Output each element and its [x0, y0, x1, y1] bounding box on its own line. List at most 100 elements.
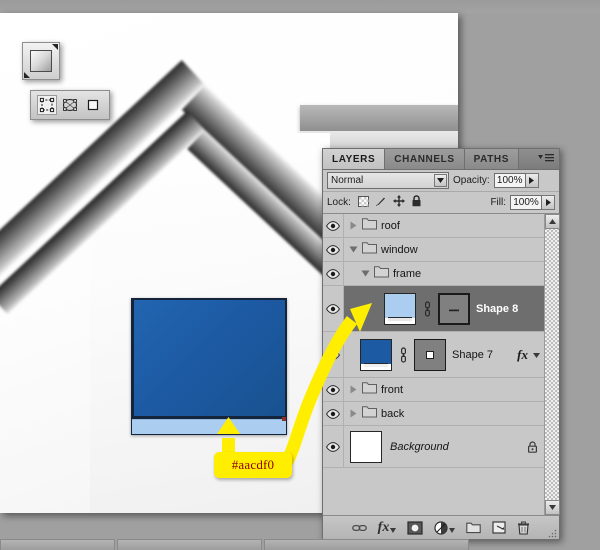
- layer-thumbnail-shape-7[interactable]: [360, 338, 392, 371]
- layer-body-window[interactable]: window: [344, 238, 544, 261]
- layer-row-roof[interactable]: roof: [323, 214, 544, 238]
- trash-icon: [518, 520, 530, 535]
- eye-icon: [326, 408, 340, 419]
- layer-body-background[interactable]: Background: [344, 426, 544, 467]
- free-transform-path-button[interactable]: [37, 95, 57, 115]
- visibility-toggle-shape-8[interactable]: [323, 286, 344, 331]
- layer-body-shape-8[interactable]: Shape 8: [344, 286, 544, 331]
- add-layer-style-button[interactable]: fx: [378, 520, 397, 536]
- gradient-swatch-widget[interactable]: [22, 42, 60, 80]
- layer-row-shape-7[interactable]: Shape 7 fx: [323, 332, 544, 378]
- visibility-toggle-back[interactable]: [323, 402, 344, 425]
- visibility-toggle-roof[interactable]: [323, 214, 344, 237]
- opacity-slider-arrow[interactable]: [525, 173, 539, 188]
- expand-triangle-front[interactable]: [348, 385, 358, 394]
- tab-layers-label: LAYERS: [332, 153, 376, 165]
- lock-row[interactable]: Lock: Fill: 100%: [323, 192, 559, 214]
- workspace-top-strip: [0, 0, 600, 13]
- layer-row-back[interactable]: back: [323, 402, 544, 426]
- opacity-input[interactable]: 100%: [493, 173, 526, 188]
- layer-row-front[interactable]: front: [323, 378, 544, 402]
- chevron-right-icon: [545, 199, 551, 206]
- expand-triangle-window[interactable]: [348, 246, 358, 253]
- chevron-down-icon: [449, 528, 456, 533]
- layer-row-shape-8[interactable]: Shape 8: [323, 286, 544, 332]
- visibility-toggle-window[interactable]: [323, 238, 344, 261]
- layer-row-background[interactable]: Background: [323, 426, 544, 468]
- bottom-tab-1: [0, 539, 115, 550]
- expand-triangle-back[interactable]: [348, 409, 358, 418]
- panel-menu-icon: [538, 154, 554, 162]
- scroll-up-button[interactable]: [545, 214, 560, 229]
- layer-body-roof[interactable]: roof: [344, 214, 544, 237]
- fill-input[interactable]: 100%: [510, 195, 542, 210]
- visibility-toggle-background[interactable]: [323, 426, 344, 467]
- link-icon: [351, 524, 367, 531]
- commit-path-button[interactable]: [83, 95, 103, 115]
- delete-layer-button[interactable]: [517, 520, 530, 535]
- scroll-down-button[interactable]: [545, 500, 560, 515]
- chevron-right-icon: [529, 177, 535, 184]
- blend-mode-select[interactable]: Normal: [327, 172, 449, 189]
- add-layer-mask-button[interactable]: [407, 520, 423, 535]
- panel-bottom-toolbar[interactable]: fx: [323, 515, 559, 539]
- vector-mask-dash-icon: [449, 309, 459, 311]
- tab-layers[interactable]: LAYERS: [323, 149, 386, 169]
- chevron-down-icon: [533, 352, 540, 358]
- lock-image-pixels-icon[interactable]: [375, 195, 387, 210]
- eye-icon: [326, 268, 340, 279]
- visibility-toggle-frame[interactable]: [323, 262, 344, 285]
- lock-buttons[interactable]: [357, 195, 422, 210]
- thumbnail-fill: [385, 293, 415, 318]
- visibility-toggle-shape-7[interactable]: [323, 332, 344, 377]
- path-options-toolbar[interactable]: [30, 90, 110, 120]
- warp-path-button[interactable]: [60, 95, 80, 115]
- expand-triangle-frame[interactable]: [360, 270, 370, 277]
- bottom-tab-3: [264, 539, 469, 550]
- gradient-swatch-icon[interactable]: [30, 50, 52, 72]
- swatch-corner-bottom-left: [24, 72, 30, 78]
- panel-tab-bar[interactable]: LAYERS CHANNELS PATHS: [323, 149, 559, 170]
- vector-mask-thumbnail-shape-8[interactable]: [438, 292, 470, 325]
- folder-icon: [362, 242, 377, 257]
- folder-icon: [362, 382, 377, 397]
- chevron-right-icon: [350, 409, 356, 418]
- fill-slider-arrow[interactable]: [542, 195, 555, 210]
- new-group-button[interactable]: [466, 522, 482, 534]
- blend-mode-row[interactable]: Normal Opacity: 100%: [323, 170, 559, 192]
- fx-icon[interactable]: fx: [517, 347, 528, 363]
- new-layer-button[interactable]: [492, 521, 506, 534]
- layer-list-scrollbar[interactable]: [544, 214, 560, 515]
- layer-link-icon[interactable]: [422, 300, 432, 317]
- tab-paths[interactable]: PATHS: [464, 149, 520, 169]
- tab-channels-label: CHANNELS: [394, 153, 455, 165]
- panel-menu-button[interactable]: [538, 153, 554, 162]
- link-layers-button[interactable]: [351, 523, 367, 533]
- layer-name-frame: frame: [393, 267, 422, 280]
- blend-mode-dropdown-arrow[interactable]: [434, 174, 447, 187]
- layer-list[interactable]: roof window frame Shape 8 Shape 7 fx fro…: [323, 214, 544, 515]
- color-callout-text: #aacdf0: [231, 457, 275, 472]
- layer-body-back[interactable]: back: [344, 402, 544, 425]
- visibility-toggle-front[interactable]: [323, 378, 344, 401]
- layers-panel[interactable]: LAYERS CHANNELS PATHS Normal Opacity: 10…: [322, 148, 560, 540]
- layer-body-shape-7[interactable]: Shape 7 fx: [344, 332, 544, 377]
- layer-link-icon[interactable]: [398, 346, 408, 363]
- lock-position-icon[interactable]: [392, 195, 405, 210]
- opacity-label: Opacity:: [453, 175, 490, 186]
- vector-mask-thumbnail-shape-7[interactable]: [414, 338, 446, 371]
- layer-effects-cell-shape-7[interactable]: fx: [517, 347, 544, 363]
- layer-row-window[interactable]: window: [323, 238, 544, 262]
- layer-row-frame[interactable]: frame: [323, 262, 544, 286]
- tab-channels[interactable]: CHANNELS: [385, 149, 465, 169]
- lock-all-icon[interactable]: [411, 195, 422, 210]
- expand-triangle-roof[interactable]: [348, 221, 358, 230]
- layer-body-frame[interactable]: frame: [344, 262, 544, 285]
- layer-thumbnail-background[interactable]: [350, 430, 382, 463]
- new-fill-adjustment-button[interactable]: [434, 520, 456, 535]
- expand-effects-triangle[interactable]: [533, 349, 540, 361]
- folder-icon: [374, 266, 389, 281]
- layer-body-front[interactable]: front: [344, 378, 544, 401]
- layer-thumbnail-shape-8[interactable]: [384, 292, 416, 325]
- lock-transparent-pixels-icon[interactable]: [357, 195, 369, 210]
